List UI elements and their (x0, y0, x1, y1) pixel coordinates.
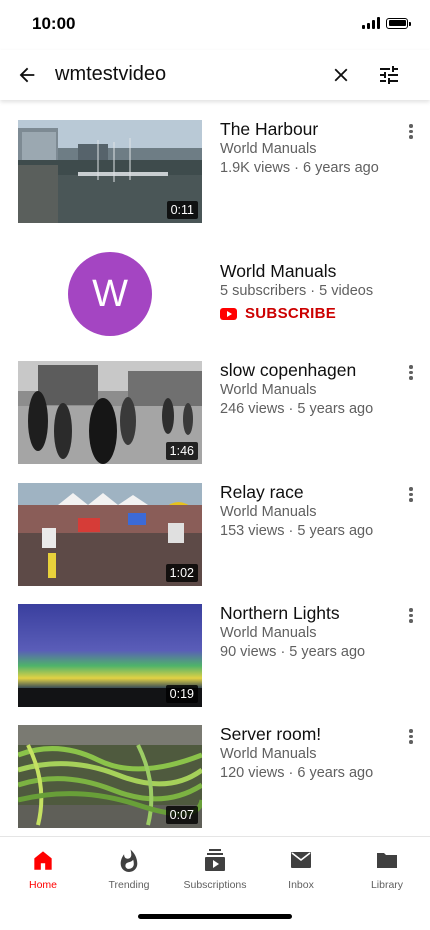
video-stats: 153 views · 5 years ago (220, 523, 374, 539)
nav-label: Library (370, 879, 404, 891)
video-meta: Northern Lights World Manuals 90 views ·… (220, 602, 400, 662)
filter-button[interactable] (376, 62, 402, 88)
avatar[interactable]: W (68, 252, 152, 336)
video-result[interactable]: 0:19 Northern Lights World Manuals 90 vi… (0, 602, 430, 707)
video-result[interactable]: 1:02 Relay race World Manuals 153 views … (0, 481, 430, 586)
video-title[interactable]: Northern Lights (220, 602, 400, 624)
clear-search-button[interactable] (328, 62, 354, 88)
channel-meta: World Manuals 5 subscribers · 5 videos S… (220, 260, 373, 322)
bottom-nav: Home Trending Subscriptions Inbox Librar… (0, 836, 430, 897)
video-channel: World Manuals (220, 141, 317, 157)
flame-icon (117, 847, 141, 873)
street-thumbnail[interactable]: 1:46 (18, 361, 202, 464)
nav-item-trending[interactable]: Trending (86, 837, 172, 897)
video-duration: 1:46 (165, 442, 198, 460)
youtube-logo-icon (220, 307, 237, 320)
status-bar: 10:00 (0, 0, 430, 50)
video-stats: 90 views · 5 years ago (220, 644, 366, 660)
aurora-thumbnail[interactable]: 0:19 (18, 604, 202, 707)
signal-icon (362, 17, 380, 29)
subscribe-label: SUBSCRIBE (245, 305, 337, 322)
video-stats: 120 views · 6 years ago (220, 765, 374, 781)
video-meta: slow copenhagen World Manuals 246 views … (220, 359, 400, 419)
more-options-button[interactable] (404, 124, 418, 144)
home-icon (30, 847, 56, 873)
status-icons (362, 17, 411, 29)
video-channel: World Manuals (220, 504, 317, 520)
battery-icon (386, 17, 411, 29)
video-result[interactable]: 0:07 Server room! World Manuals 120 view… (0, 723, 430, 828)
nav-label: Home (28, 879, 57, 891)
back-button[interactable] (14, 62, 40, 88)
nav-item-subscriptions[interactable]: Subscriptions (172, 837, 258, 897)
tune-icon (380, 66, 398, 84)
video-duration: 0:07 (165, 806, 198, 824)
channel-name[interactable]: World Manuals (220, 260, 373, 282)
channel-stats: 5 subscribers · 5 videos (220, 283, 374, 299)
server-thumbnail[interactable]: 0:07 (18, 725, 202, 828)
nav-label: Inbox (288, 879, 314, 891)
video-duration: 0:11 (166, 201, 198, 219)
more-options-button[interactable] (404, 365, 418, 385)
video-meta: The Harbour World Manuals 1.9K views · 6… (220, 118, 400, 178)
video-channel: World Manuals (220, 382, 317, 398)
race-thumbnail[interactable]: 1:02 (18, 483, 202, 586)
arrow-back-icon (19, 67, 35, 83)
subscriptions-icon (203, 847, 227, 873)
nav-item-library[interactable]: Library (344, 837, 430, 897)
video-channel: World Manuals (220, 625, 317, 641)
folder-icon (375, 847, 399, 873)
video-title[interactable]: The Harbour (220, 118, 400, 140)
video-stats: 246 views · 5 years ago (220, 401, 374, 417)
more-options-button[interactable] (404, 608, 418, 628)
nav-item-home[interactable]: Home (0, 837, 86, 897)
video-title[interactable]: Server room! (220, 723, 400, 745)
video-duration: 1:02 (165, 564, 198, 582)
video-duration: 0:19 (165, 685, 198, 703)
search-header: wmtestvideo (0, 50, 430, 100)
video-meta: Relay race World Manuals 153 views · 5 y… (220, 481, 400, 541)
channel-result[interactable]: W World Manuals 5 subscribers · 5 videos… (0, 252, 430, 360)
home-indicator (138, 914, 292, 919)
nav-label: Subscriptions (183, 879, 247, 891)
video-result[interactable]: 1:46 slow copenhagen World Manuals 246 v… (0, 359, 430, 464)
video-title[interactable]: slow copenhagen (220, 359, 400, 381)
search-query[interactable]: wmtestvideo (55, 63, 166, 86)
video-meta: Server room! World Manuals 120 views · 6… (220, 723, 400, 783)
nav-item-inbox[interactable]: Inbox (258, 837, 344, 897)
status-time: 10:00 (32, 14, 76, 33)
video-channel: World Manuals (220, 746, 317, 762)
subscribe-button[interactable]: SUBSCRIBE (220, 305, 373, 322)
harbour-thumbnail[interactable]: 0:11 (18, 120, 202, 223)
close-icon (334, 68, 348, 82)
more-options-button[interactable] (404, 487, 418, 507)
nav-label: Trending (108, 879, 150, 891)
more-options-button[interactable] (404, 729, 418, 749)
mail-icon (289, 847, 313, 873)
video-stats: 1.9K views · 6 years ago (220, 160, 379, 176)
video-title[interactable]: Relay race (220, 481, 400, 503)
video-result[interactable]: 0:11 The Harbour World Manuals 1.9K view… (0, 118, 430, 223)
